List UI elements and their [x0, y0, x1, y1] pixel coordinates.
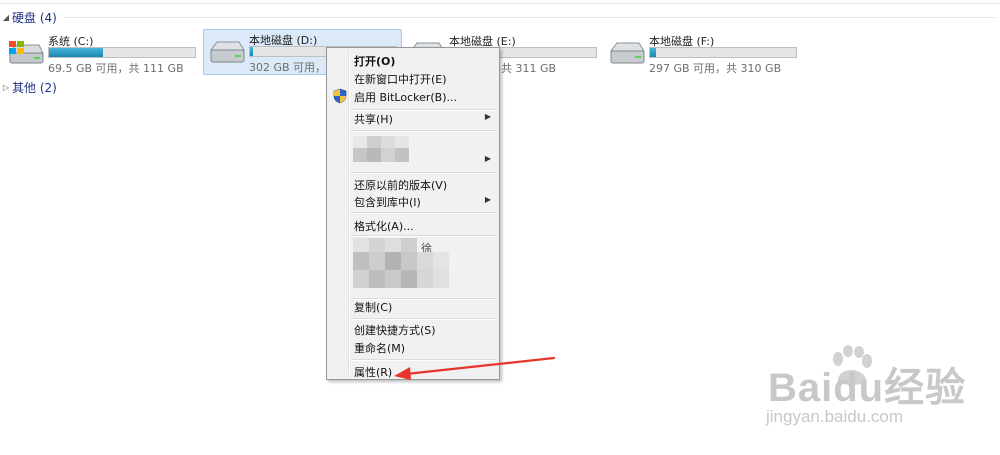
menu-item-label: 包含到库中(I)	[354, 196, 421, 209]
baidu-watermark: Baidu经验 jingyan.baidu.com	[758, 345, 988, 435]
menu-item-label: 创建快捷方式(S)	[354, 324, 436, 337]
menu-item-share[interactable]: 共享(H) ▶	[329, 109, 497, 127]
menu-separator	[351, 235, 496, 237]
menu-item-label: 打开(O)	[354, 55, 396, 68]
menu-item-restore-previous[interactable]: 还原以前的版本(V)	[329, 175, 497, 193]
blur-mosaic	[401, 252, 417, 270]
watermark-logo: Baidu经验	[768, 366, 967, 410]
blur-mosaic	[367, 148, 381, 162]
group-title-hard-disks: 硬盘 (4)	[12, 10, 57, 25]
menu-item-blurred[interactable]: 徐	[329, 238, 497, 296]
blur-mosaic	[395, 148, 409, 162]
group-header-hard-disks[interactable]: ◢ 硬盘 (4)	[0, 9, 1000, 25]
drive-usage-bar	[649, 47, 797, 58]
chevron-right-icon: ▶	[484, 112, 491, 121]
group-title-other: 其他 (2)	[12, 80, 57, 95]
menu-item-label: 共享(H)	[354, 113, 393, 126]
blur-mosaic	[381, 148, 395, 162]
group-divider	[62, 16, 996, 18]
blur-mosaic	[369, 238, 385, 252]
drive-usage-fill	[49, 48, 104, 57]
blur-mosaic	[433, 252, 449, 270]
blur-mosaic	[353, 148, 367, 162]
menu-item-label: 复制(C)	[354, 301, 393, 314]
blur-mosaic	[401, 270, 417, 288]
annotation-arrow-icon	[394, 356, 556, 380]
blur-mosaic	[417, 270, 433, 288]
blur-mosaic	[401, 238, 417, 252]
menu-separator	[351, 212, 496, 214]
blur-mosaic	[417, 252, 433, 270]
drive-usage-fill	[250, 47, 253, 56]
watermark-url: jingyan.baidu.com	[766, 407, 904, 426]
blur-mosaic	[381, 136, 395, 148]
drive-usage-fill	[650, 48, 656, 57]
expand-triangle-icon[interactable]: ▷	[0, 83, 12, 92]
context-menu: 打开(O) 在新窗口中打开(E) 启用 BitLocker(B)... 共享(H…	[326, 47, 500, 380]
window-top-edge	[0, 0, 1000, 4]
menu-item-copy[interactable]: 复制(C)	[329, 297, 497, 315]
blur-mosaic	[385, 270, 401, 288]
blur-mosaic	[353, 252, 369, 270]
drive-usage-bar	[48, 47, 196, 58]
drive-free-space: 69.5 GB 可用，共 111 GB	[48, 62, 184, 75]
menu-item-label: 启用 BitLocker(B)...	[354, 91, 458, 104]
blur-mosaic	[385, 252, 401, 270]
menu-item-create-shortcut[interactable]: 创建快捷方式(S)	[329, 320, 497, 338]
blur-mosaic	[353, 136, 367, 148]
menu-item-format[interactable]: 格式化(A)...	[329, 216, 497, 234]
drive-f[interactable]: 本地磁盘 (F:) 297 GB 可用，共 310 GB	[603, 30, 803, 76]
menu-item-open[interactable]: 打开(O)	[329, 51, 497, 69]
blur-mosaic	[395, 136, 409, 148]
blur-mosaic	[367, 136, 381, 148]
menu-item-blurred[interactable]: ▶	[329, 132, 497, 168]
blur-mosaic	[369, 252, 385, 270]
drive-c[interactable]: 系统 (C:) 69.5 GB 可用，共 111 GB	[2, 30, 202, 76]
windows-drive-icon	[9, 41, 44, 64]
blur-mosaic	[369, 270, 385, 288]
menu-item-label: 在新窗口中打开(E)	[354, 73, 447, 86]
drive-free-space: 297 GB 可用，共 310 GB	[649, 62, 782, 75]
drive-free-space: 共 311 GB	[501, 62, 557, 75]
blur-mosaic	[385, 238, 401, 252]
menu-item-include-library[interactable]: 包含到库中(I) ▶	[329, 192, 497, 210]
menu-item-label: 格式化(A)...	[354, 220, 414, 233]
blur-mosaic	[353, 238, 369, 252]
menu-item-label: 还原以前的版本(V)	[354, 179, 448, 192]
drive-free-space: 302 GB 可用，共	[249, 61, 338, 74]
menu-separator	[351, 172, 496, 174]
hard-drive-icon	[610, 42, 645, 64]
chevron-right-icon: ▶	[484, 195, 491, 204]
menu-item-bitlocker[interactable]: 启用 BitLocker(B)...	[329, 87, 497, 105]
menu-item-open-new-window[interactable]: 在新窗口中打开(E)	[329, 69, 497, 87]
collapse-triangle-icon[interactable]: ◢	[0, 13, 12, 22]
group-header-other[interactable]: ▷ 其他 (2)	[0, 79, 1000, 95]
uac-shield-icon	[333, 88, 347, 104]
chevron-right-icon: ▶	[484, 154, 491, 163]
hard-drive-icon	[210, 41, 245, 63]
blur-mosaic	[433, 270, 449, 288]
blur-mosaic	[353, 270, 369, 288]
